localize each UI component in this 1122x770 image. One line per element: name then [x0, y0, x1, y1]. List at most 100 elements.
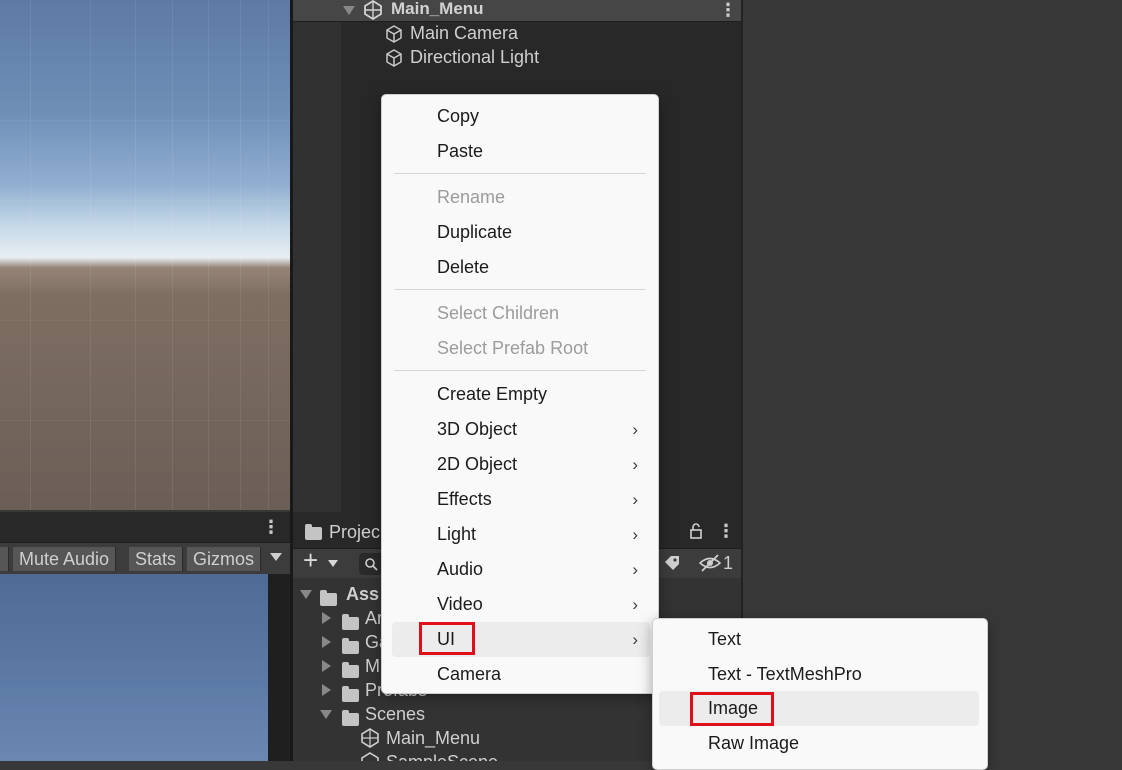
foldout-arrow-icon[interactable] — [322, 612, 331, 624]
menu-separator — [394, 173, 646, 174]
menu-item-label: Camera — [437, 664, 502, 684]
menu-item-light[interactable]: Light › — [392, 517, 650, 552]
folder-open-icon — [342, 710, 359, 726]
menu-item-label: Text - TextMeshPro — [708, 664, 862, 684]
menu-item-effects[interactable]: Effects › — [392, 482, 650, 517]
tree-item-label: SampleScene — [386, 750, 498, 761]
menu-item-label: Select Children — [437, 303, 560, 323]
menu-item-select-prefab-root: Select Prefab Root — [392, 331, 650, 366]
menu-item-label: Text — [708, 629, 742, 649]
hierarchy-context-menu: Copy Paste Rename Duplicate Delete Selec… — [381, 94, 659, 694]
gizmos-dropdown-icon[interactable] — [270, 553, 282, 561]
search-icon — [365, 558, 378, 571]
menu-item-label: Video — [437, 594, 483, 614]
menu-item-select-children: Select Children — [392, 296, 650, 331]
grid-line — [0, 200, 290, 201]
menu-item-2d-object[interactable]: 2D Object › — [392, 447, 650, 482]
grid-line — [172, 0, 173, 510]
game-view[interactable] — [0, 574, 268, 761]
hidden-packages-count: 1 — [723, 553, 734, 573]
gameobject-cube-icon — [386, 25, 402, 43]
menu-separator — [394, 370, 646, 371]
foldout-arrow-icon[interactable] — [322, 636, 331, 648]
hierarchy-gutter — [293, 22, 341, 512]
submenu-item-text[interactable]: Text — [659, 622, 979, 657]
chevron-right-icon: › — [632, 455, 638, 474]
tree-item-label: Main_Menu — [386, 728, 481, 748]
game-view-toolbar: Mute Audio Stats Gizmos — [0, 542, 290, 574]
menu-item-label: Light — [437, 524, 477, 544]
kebab-menu-icon[interactable]: ⋮ — [717, 522, 735, 540]
grid-line — [90, 0, 91, 510]
create-dropdown-icon[interactable] — [328, 560, 338, 567]
menu-item-rename: Rename — [392, 180, 650, 215]
stats-button[interactable]: Stats — [129, 547, 184, 571]
menu-item-label: Audio — [437, 559, 484, 579]
grid-line — [0, 320, 290, 321]
menu-item-label: 3D Object — [437, 419, 518, 439]
game-view-border — [268, 574, 290, 761]
kebab-menu-icon[interactable]: ⋮ — [262, 518, 280, 536]
foldout-arrow-icon[interactable] — [322, 684, 331, 696]
scene-view[interactable] — [0, 0, 290, 510]
game-view-header: ⋮ — [0, 512, 290, 542]
unity-scene-icon — [361, 752, 379, 761]
menu-item-paste[interactable]: Paste — [392, 134, 650, 169]
label-tag-icon[interactable] — [663, 554, 681, 572]
menu-item-audio[interactable]: Audio › — [392, 552, 650, 587]
menu-item-copy[interactable]: Copy — [392, 99, 650, 134]
hidden-packages-eye-icon[interactable] — [699, 553, 721, 573]
menu-item-label: Select Prefab Root — [437, 338, 589, 358]
menu-item-camera[interactable]: Camera — [392, 657, 650, 692]
grid-line — [30, 0, 31, 510]
kebab-menu-icon[interactable]: ⋮ — [719, 1, 737, 19]
menu-item-label: Delete — [437, 257, 490, 277]
submenu-item-raw-image[interactable]: Raw Image — [659, 726, 979, 761]
chevron-right-icon: › — [632, 595, 638, 614]
hierarchy-item-label: Main Camera — [410, 23, 519, 43]
chevron-right-icon: › — [632, 560, 638, 579]
grid-line — [0, 420, 290, 421]
menu-item-create-empty[interactable]: Create Empty — [392, 377, 650, 412]
folder-icon — [342, 686, 359, 702]
chevron-right-icon: › — [632, 490, 638, 509]
project-tab-label[interactable]: Projec — [329, 522, 380, 543]
foldout-arrow-icon[interactable] — [300, 590, 312, 599]
ui-submenu: Text Text - TextMeshPro Image Raw Image — [652, 618, 988, 770]
unity-scene-icon — [361, 728, 379, 748]
menu-item-label: 2D Object — [437, 454, 518, 474]
gizmos-button[interactable]: Gizmos — [187, 547, 262, 571]
mute-audio-button[interactable]: Mute Audio — [13, 547, 117, 571]
hierarchy-scene-row[interactable]: Main_Menu ⋮ — [293, 0, 741, 22]
menu-item-video[interactable]: Video › — [392, 587, 650, 622]
unity-scene-icon — [364, 0, 382, 20]
folder-icon — [342, 638, 359, 654]
menu-item-3d-object[interactable]: 3D Object › — [392, 412, 650, 447]
menu-item-duplicate[interactable]: Duplicate — [392, 215, 650, 250]
submenu-item-text-textmeshpro[interactable]: Text - TextMeshPro — [659, 657, 979, 692]
create-plus-icon[interactable]: + — [303, 547, 318, 573]
menu-separator — [394, 289, 646, 290]
foldout-arrow-icon[interactable] — [322, 660, 331, 672]
menu-item-label: Rename — [437, 187, 506, 207]
grid-line — [208, 0, 209, 510]
toolbar-button-partial[interactable] — [0, 547, 9, 571]
menu-item-delete[interactable]: Delete — [392, 250, 650, 285]
hierarchy-item-label: Directional Light — [410, 47, 540, 67]
tree-item-label: Ass — [346, 584, 380, 604]
tree-item-label: Scenes — [365, 704, 426, 724]
foldout-arrow-icon[interactable] — [320, 710, 332, 719]
menu-item-label: Create Empty — [437, 384, 548, 404]
grid-line — [135, 0, 136, 510]
menu-item-label: Copy — [437, 106, 480, 126]
highlight-box-ui — [419, 622, 475, 655]
chevron-right-icon: › — [632, 630, 638, 649]
chevron-right-icon: › — [632, 525, 638, 544]
folder-icon — [342, 662, 359, 678]
folder-open-icon — [320, 590, 337, 606]
menu-item-label: Effects — [437, 489, 492, 509]
lock-icon[interactable] — [689, 522, 703, 540]
chevron-right-icon: › — [632, 420, 638, 439]
foldout-arrow-icon[interactable] — [343, 6, 355, 15]
highlight-box-image — [690, 692, 774, 726]
